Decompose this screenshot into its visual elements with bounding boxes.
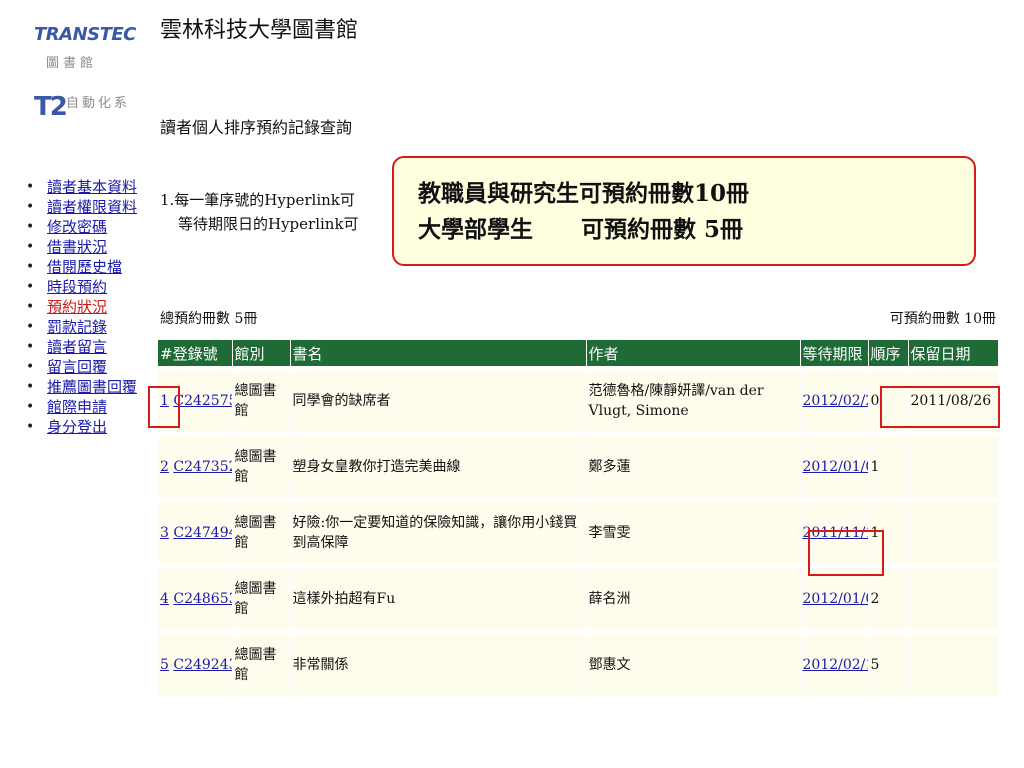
col-author-header: 作者 [586,340,801,368]
sidebar-link[interactable]: 修改密碼 [47,217,107,237]
cell-title: 好險:你一定要知道的保險知識，讓你用小錢買到高保障 [290,498,587,566]
logo-library-text: 圖書館 [46,56,98,71]
total-reservations: 總預約冊數 5冊 [160,311,258,327]
cell-title: 這樣外拍超有Fu [290,564,587,632]
col-hold-header: 保留日期 [908,340,999,368]
col-deadline-header: 等待期限 [800,340,869,368]
sidebar-link[interactable]: 借閱歷史檔 [47,257,122,277]
cell-branch: 總圖書館 [232,366,291,434]
deadline-link[interactable]: 2012/02/20 [803,393,868,409]
cell-deadline: 2012/02/11 [800,630,869,696]
cell-serial-barcode: 4 C248653 [158,564,233,632]
serial-link[interactable]: 3 [160,525,169,541]
instruction-line-1: 1.每一筆序號的Hyperlink可 [160,191,355,209]
col-barcode-header: #登錄號 [158,340,233,368]
callout-line-2: 大學部學生 可預約冊數 5冊 [418,216,744,243]
callout-line-1: 教職員與研究生可預約冊數10冊 [418,180,750,207]
col-branch-header: 館別 [232,340,291,368]
sidebar-link[interactable]: 身分登出 [47,417,107,437]
instructions: 1.每一筆序號的Hyperlink可 等待期限日的Hyperlink可 [160,188,359,236]
highlight-first-serial [148,386,180,428]
cell-deadline: 2012/02/20 [800,366,869,434]
serial-link[interactable]: 5 [160,657,169,673]
cell-branch: 總圖書館 [232,630,291,696]
barcode-link[interactable]: C249243 [173,657,231,673]
col-order-header: 順序 [868,340,909,368]
page-title: 雲林科技大學圖書館 [160,18,359,43]
cell-branch: 總圖書館 [232,498,291,566]
cell-author: 范德魯格/陳靜妍譯/van der Vlugt, Simone [586,366,801,434]
barcode-link[interactable]: C248653 [173,591,231,607]
cell-hold-date [908,564,999,632]
barcode-link[interactable]: C247494 [173,525,231,541]
cell-title: 塑身女皇教你打造完美曲線 [290,432,587,500]
barcode-link[interactable]: C242575 [173,393,231,409]
sidebar-link[interactable]: 預約狀況 [47,297,107,317]
sidebar-link[interactable]: 罰款記錄 [47,317,107,337]
deadline-link[interactable]: 2012/01/07 [803,459,868,475]
cell-branch: 總圖書館 [232,432,291,500]
col-title-header: 書名 [290,340,587,368]
cell-hold-date [908,630,999,696]
cell-title: 同學會的缺席者 [290,366,587,434]
logo-mark: T2 [34,92,68,122]
available-reservations: 可預約冊數 10冊 [889,311,996,327]
cell-hold-date [908,432,999,500]
table-row: 1 C242575 總圖書館 同學會的缺席者 范德魯格/陳靜妍譯/van der Vl… [158,366,999,434]
table-header-row: #登錄號 館別 書名 作者 等待期限 順序 保留日期 [158,340,999,368]
instruction-line-2: 等待期限日的Hyperlink可 [178,215,359,233]
cell-author: 李雪雯 [586,498,801,566]
page-subtitle: 讀者個人排序預約記錄查詢 [160,118,353,137]
highlight-deadline-row-3 [808,530,884,576]
sidebar-link[interactable]: 讀者留言 [47,337,107,357]
table-row: 2 C247352總圖書館塑身女皇教你打造完美曲線鄭多蓮2012/01/071 [158,432,999,500]
cell-title: 非常關係 [290,630,587,696]
cell-order: 5 [868,630,909,696]
sidebar-link[interactable]: 借書狀況 [47,237,107,257]
cell-author: 鄭多蓮 [586,432,801,500]
cell-serial-barcode: 3 C247494 [158,498,233,566]
cell-author: 薛名洲 [586,564,801,632]
serial-link[interactable]: 4 [160,591,169,607]
sidebar-link[interactable]: 館際申請 [47,397,107,417]
cell-hold-date [908,498,999,566]
deadline-link[interactable]: 2012/01/09 [803,591,868,607]
cell-branch: 總圖書館 [232,564,291,632]
sidebar-link[interactable]: 讀者基本資料 [47,177,137,197]
cell-serial-barcode: 2 C247352 [158,432,233,500]
callout-box: 教職員與研究生可預約冊數10冊 大學部學生 可預約冊數 5冊 [392,156,976,266]
logo-brand: TRANSTEC [34,24,136,45]
cell-deadline: 2012/01/07 [800,432,869,500]
barcode-link[interactable]: C247352 [173,459,231,475]
highlight-first-order-hold [880,386,1000,428]
logo-automation-text: 自動化系 [66,96,131,111]
serial-link[interactable]: 2 [160,459,169,475]
table-row: 5 C249243總圖書館非常關係鄧惠文2012/02/115 [158,630,999,696]
deadline-link[interactable]: 2012/02/11 [803,657,868,673]
reservation-table: #登錄號 館別 書名 作者 等待期限 順序 保留日期 1 C242575 總圖書館… [158,340,999,696]
cell-serial-barcode: 5 C249243 [158,630,233,696]
sidebar-link[interactable]: 讀者權限資料 [47,197,137,217]
cell-order: 1 [868,432,909,500]
cell-author: 鄧惠文 [586,630,801,696]
library-logo: TRANSTEC 圖書館 T2 自動化系 [6,8,156,128]
sidebar-link[interactable]: 留言回覆 [47,357,107,377]
sidebar-link[interactable]: 時段預約 [47,277,107,297]
sidebar-link[interactable]: 推薦圖書回覆 [47,377,137,397]
